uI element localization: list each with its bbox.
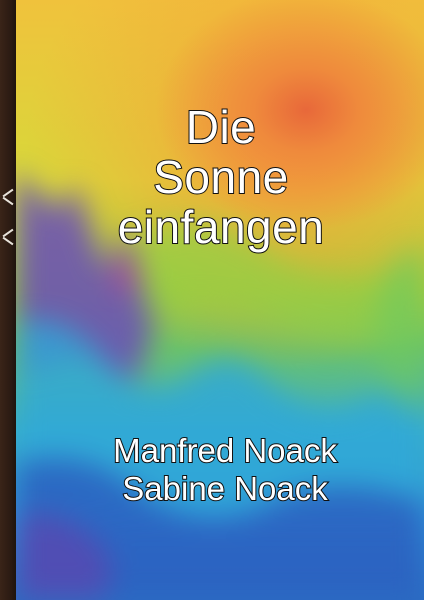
color-field [16,170,424,600]
book-spine [0,0,16,600]
book-authors: Manfred Noack Sabine Noack [90,431,360,508]
author-name: Sabine Noack [121,469,328,508]
spine-mark [2,196,14,206]
book-cover: Die Sonne einfangen Manfred Noack Sabine… [0,0,424,600]
author-name: Manfred Noack [112,431,338,470]
title-line: einfangen [117,201,325,253]
spine-mark [2,228,14,238]
title-line: Die [185,101,257,153]
title-line: Sonne [152,151,289,203]
book-title: Die Sonne einfangen [96,101,346,253]
spine-mark [2,188,14,198]
spine-mark [2,236,14,246]
cover-artwork [16,0,424,600]
